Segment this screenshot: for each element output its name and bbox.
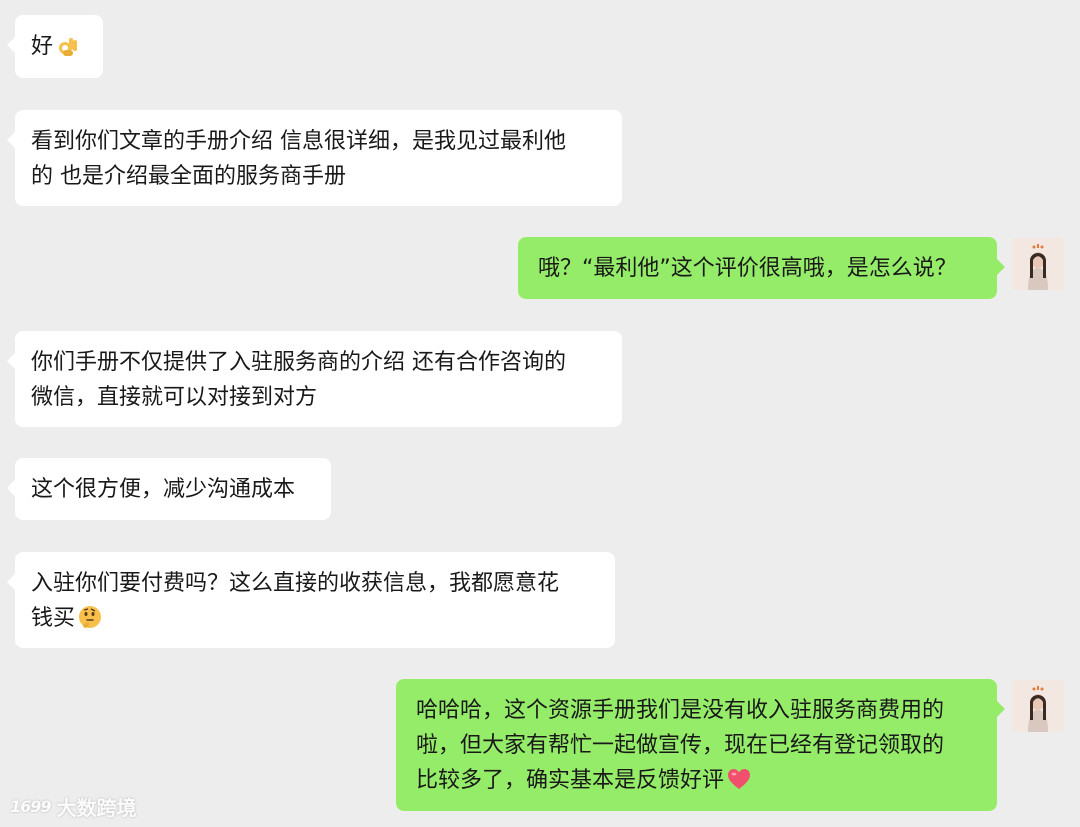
message-text: 好 [31, 34, 54, 59]
message-text-line: 看到你们文章的手册介绍 信息很详细，是我见过最利他 [31, 129, 566, 154]
message-bubble-incoming[interactable]: 你们手册不仅提供了入驻服务商的介绍 还有合作咨询的 微信，直接就可以对接到对方 [7, 331, 622, 427]
message-text-line: 哈哈哈，这个资源手册我们是没有收入驻服务商费用的 [416, 698, 945, 723]
message-text-line: 你们手册不仅提供了入驻服务商的介绍 还有合作咨询的 [31, 350, 566, 375]
avatar-portrait-icon [1012, 238, 1064, 290]
message-text-line: 钱买 [31, 606, 76, 631]
message-bubble-incoming[interactable]: 这个很方便，减少沟通成本 [7, 458, 331, 520]
message-bubble-incoming[interactable]: 好 [7, 15, 103, 78]
message-text: 哦？“最利他”这个评价很高哦，是怎么说？ [538, 256, 957, 281]
user-avatar[interactable] [1012, 238, 1064, 290]
watermark: 1699 大数跨境 [10, 792, 137, 821]
message-bubble-incoming[interactable]: 入驻你们要付费吗？这么直接的收获信息，我都愿意花 钱买 [7, 552, 615, 648]
thinking-face-emoji-icon [79, 606, 102, 628]
message-bubble-outgoing[interactable]: 哈哈哈，这个资源手册我们是没有收入驻服务商费用的 啦，但大家有帮忙一起做宣传，现… [396, 679, 1005, 811]
user-avatar[interactable] [1012, 680, 1064, 732]
message-text-line: 的 也是介绍最全面的服务商手册 [31, 164, 346, 189]
message-text-line: 微信，直接就可以对接到对方 [31, 385, 318, 410]
message-text-line: 啦，但大家有帮忙一起做宣传，现在已经有登记领取的 [416, 733, 945, 758]
message-bubble-outgoing[interactable]: 哦？“最利他”这个评价很高哦，是怎么说？ [518, 237, 1005, 299]
message-text-line: 入驻你们要付费吗？这么直接的收获信息，我都愿意花 [31, 571, 560, 596]
heart-emoji-icon [728, 769, 751, 789]
ok-hand-emoji-icon [59, 38, 78, 56]
message-bubble-incoming[interactable]: 看到你们文章的手册介绍 信息很详细，是我见过最利他 的 也是介绍最全面的服务商手… [7, 110, 622, 206]
message-text-line: 比较多了，确实基本是反馈好评 [416, 768, 725, 793]
watermark-text: 大数跨境 [56, 796, 137, 820]
watermark-logo: 1699 [10, 797, 52, 816]
message-text: 这个很方便，减少沟通成本 [31, 477, 296, 502]
avatar-portrait-icon [1012, 680, 1064, 732]
